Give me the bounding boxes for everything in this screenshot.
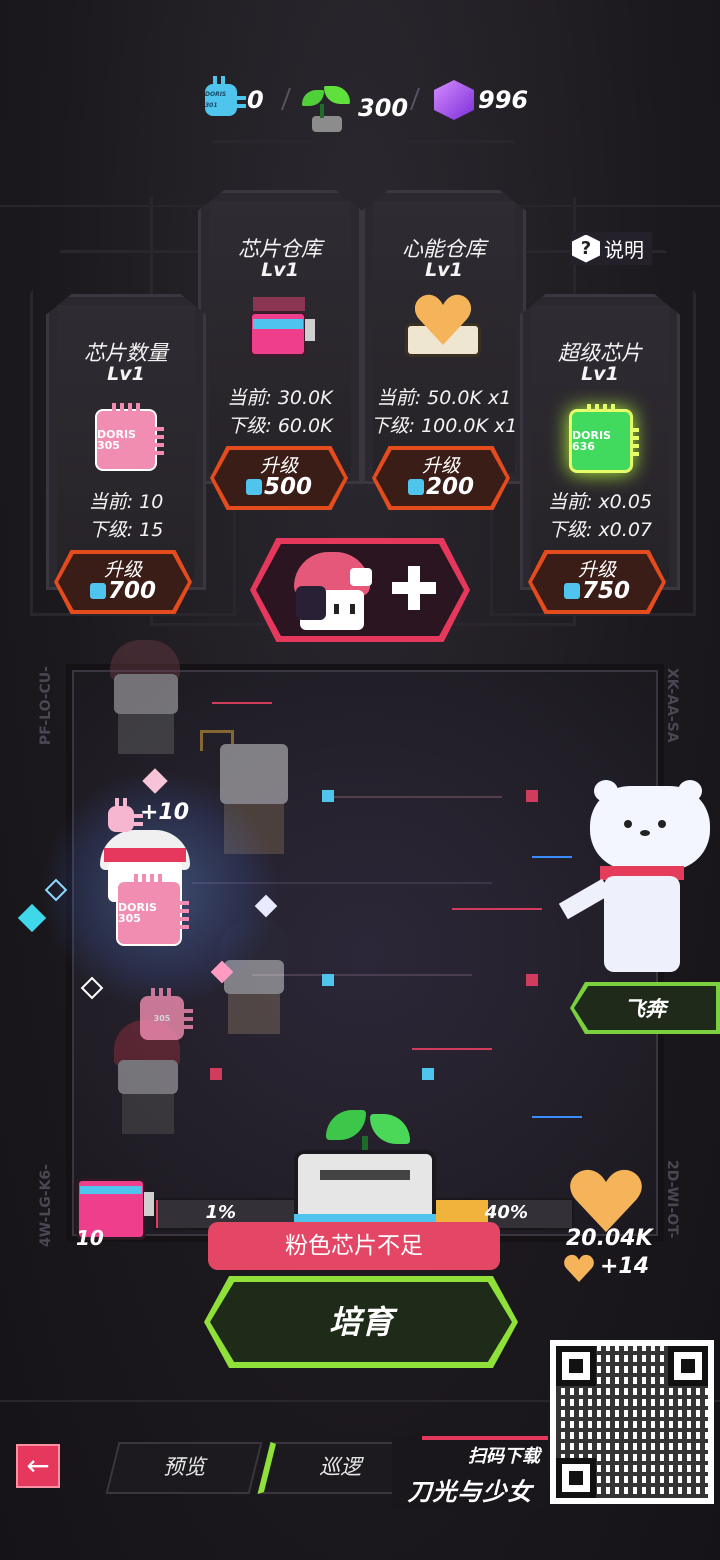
upgrade-cost: 500 [210, 474, 348, 500]
heart-total-value: 20.04K [566, 1226, 653, 1251]
sprout-icon [300, 80, 354, 136]
promo-line1: 扫码下载 [468, 1446, 540, 1467]
field-code-left-bottom: 4W-LG-K6- [38, 1164, 54, 1247]
particle [526, 974, 538, 986]
panel-level: Lv1 [107, 363, 145, 385]
chip-count-value: 10 [76, 1226, 104, 1250]
panel-chip-count: 芯片数量 Lv1 DORIS 305 当前: 10 下级: 15 [46, 294, 206, 590]
panel-level: Lv1 [261, 259, 299, 281]
chip-progress-text: 1% [205, 1202, 236, 1223]
warning-banner: 粉色芯片不足 [208, 1222, 500, 1270]
panel-next: 下级: 15 [88, 519, 164, 541]
polar-bear-character [558, 780, 720, 980]
upgrade-cost: 700 [54, 578, 192, 604]
character-sprite [100, 640, 190, 760]
particle [422, 1068, 434, 1080]
panel-current: 当前: 10 [88, 491, 164, 513]
info-label: 说明 [604, 238, 644, 262]
gem-icon [434, 80, 474, 120]
upgrade-cost: 750 [528, 578, 666, 604]
field-code-right: XK-AA-SA [664, 668, 680, 743]
gems-value: 996 [478, 86, 529, 114]
particle [322, 974, 334, 986]
preview-label: 预览 [163, 1455, 206, 1479]
particle [322, 790, 334, 802]
currency-chips: DORIS 301 0 [203, 76, 264, 120]
pink-chip-icon: DORIS 305 [95, 403, 164, 471]
heart-storage-icon [405, 293, 481, 361]
field-code-left: PF-LO-CU- [38, 666, 54, 746]
pink-chip-icon: 305 [140, 988, 193, 1040]
blue-chip-icon [245, 479, 262, 495]
panel-chip-storage: 芯片仓库 Lv1 当前: 30.0K 下级: 60.0K [198, 190, 362, 484]
panel-next: 下级: 60.0K [227, 415, 333, 437]
pink-chip-icon: DORIS 305 [116, 874, 189, 946]
back-button[interactable]: ← [16, 1444, 60, 1488]
panel-current: 当前: 30.0K [227, 387, 333, 409]
cultivate-button[interactable]: 培育 [204, 1276, 518, 1368]
promo-banner: 扫码下载 刀光与少女 [392, 1436, 548, 1508]
panel-next: 下级: 100.0K x1 [370, 415, 518, 437]
chip-progress-fill [156, 1200, 158, 1228]
blue-chip-icon [89, 583, 106, 599]
background-stripe [0, 205, 720, 207]
panel-super-chip: 超级芯片 Lv1 DORIS 636 当前: x0.05 下级: x0.07 [520, 294, 680, 590]
incubator-machine [290, 1110, 440, 1240]
heart-gain-value: +14 [600, 1254, 650, 1279]
blue-chip-icon: DORIS 301 [205, 76, 246, 116]
upgrade-super-chip-button[interactable]: 升级 750 [528, 550, 666, 614]
qr-code[interactable] [550, 1340, 714, 1504]
particle [526, 790, 538, 802]
character-portrait [286, 546, 378, 636]
gain-text: +10 [140, 800, 190, 825]
panel-next: 下级: x0.07 [548, 519, 652, 541]
dash-label: 飞奔 [574, 986, 716, 1030]
panel-current: 当前: x0.05 [548, 491, 652, 513]
upgrade-heart-storage-button[interactable]: 升级 200 [372, 446, 510, 510]
preview-button[interactable]: 预览 [105, 1442, 263, 1494]
panel-level: Lv1 [581, 363, 619, 385]
cultivate-label: 培育 [210, 1282, 512, 1362]
chip-storage-icon [249, 297, 315, 359]
pink-chip-icon [108, 798, 143, 832]
patrol-label: 巡逻 [319, 1455, 362, 1479]
add-character-button[interactable] [250, 538, 470, 642]
green-chip-icon: DORIS 636 [569, 404, 639, 473]
panel-level: Lv1 [425, 259, 463, 281]
upgrade-cost: 200 [372, 474, 510, 500]
back-arrow-icon: ← [26, 1449, 50, 1482]
promo-line2: 刀光与少女 [407, 1478, 533, 1506]
upgrade-chip-storage-button[interactable]: 升级 500 [210, 446, 348, 510]
currency-gems: 996 [434, 80, 528, 120]
currency-sprouts: 300 [300, 80, 408, 136]
plus-icon [390, 564, 438, 612]
heart-progress-text: 40% [484, 1202, 528, 1223]
particle [210, 1068, 222, 1080]
panel-heart-storage: 心能仓库 Lv1 当前: 50.0K x1 下级: 100.0K x1 [362, 190, 526, 484]
field-code-right-bottom: 2D-WI-OT- [664, 1160, 680, 1239]
chips-value: 0 [247, 86, 264, 114]
sprouts-value: 300 [358, 94, 409, 122]
dash-tag[interactable]: 飞奔 [570, 982, 720, 1034]
upgrade-chip-count-button[interactable]: 升级 700 [54, 550, 192, 614]
blue-chip-icon [407, 479, 424, 495]
blue-chip-icon [563, 583, 580, 599]
panel-current: 当前: 50.0K x1 [376, 387, 512, 409]
help-icon: ? [572, 234, 600, 263]
info-button[interactable]: ? 说明 [570, 232, 652, 265]
